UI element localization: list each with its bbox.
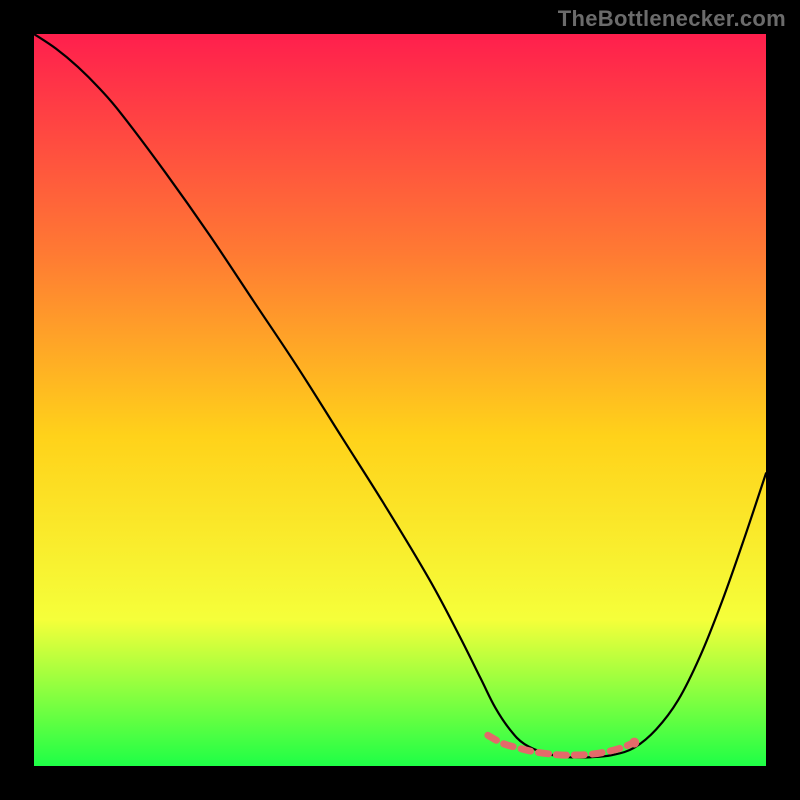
optimal-range-end-dot (629, 738, 639, 748)
plot-area (34, 34, 766, 766)
attribution-label: TheBottlenecker.com (558, 6, 786, 32)
chart-svg (34, 34, 766, 766)
chart-frame: TheBottlenecker.com (0, 0, 800, 800)
